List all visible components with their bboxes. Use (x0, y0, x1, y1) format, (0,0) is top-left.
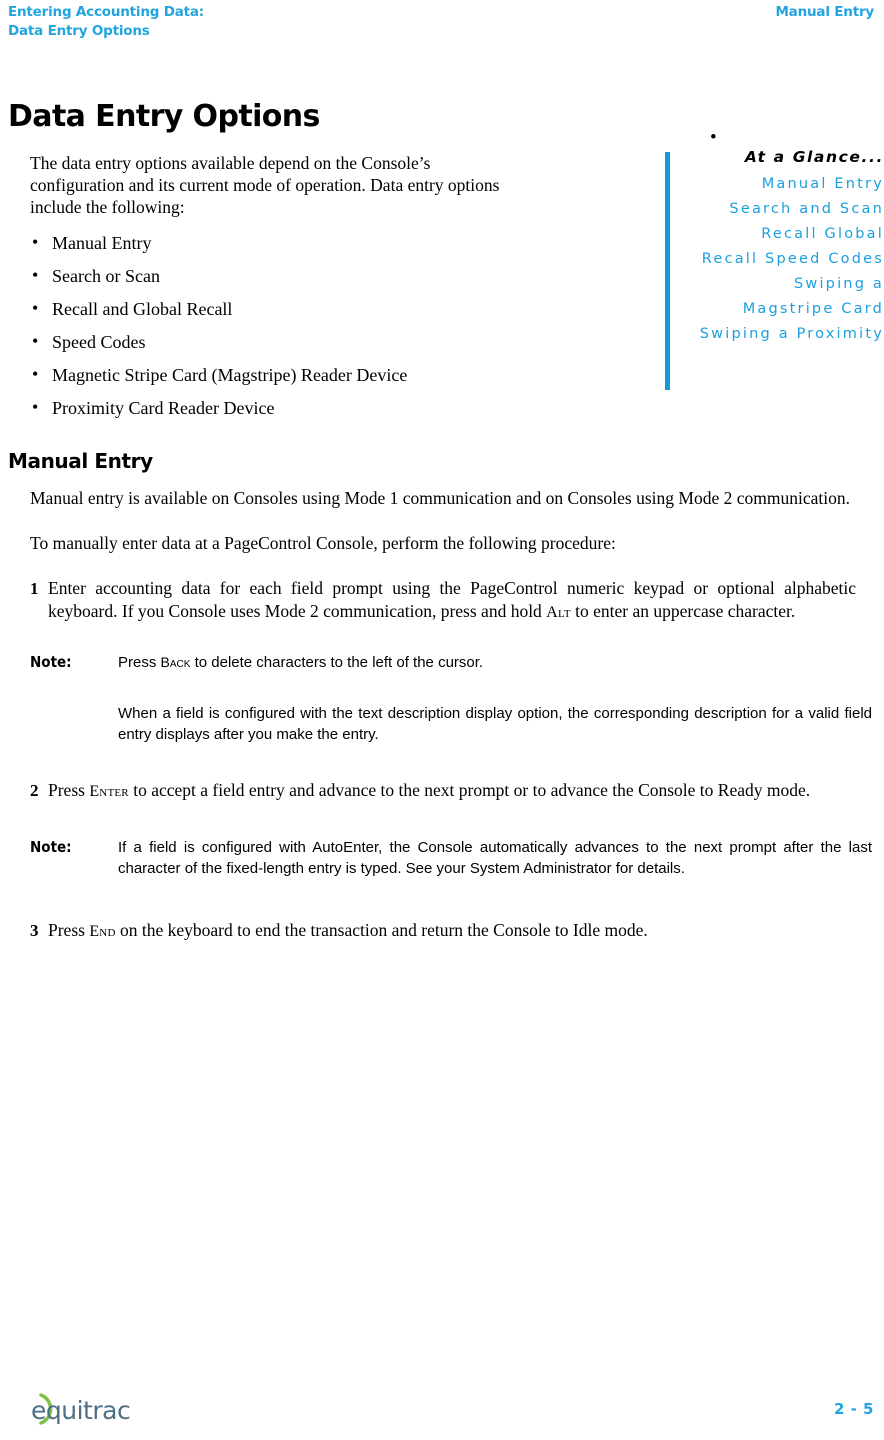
key-name-alt: Alt (546, 604, 571, 621)
step-text-after-key: on the keyboard to end the transaction a… (115, 920, 648, 940)
section-heading-manual-entry: Manual Entry (8, 449, 153, 473)
list-item: Magnetic Stripe Card (Magstripe) Reader … (30, 363, 600, 386)
note-block-2: Note: If a field is configured with Auto… (30, 837, 872, 879)
note-body-line-2: When a field is configured with the text… (118, 705, 872, 743)
procedure-step-2: 2 Press Enter to accept a field entry and… (30, 779, 856, 803)
list-item: Proximity Card Reader Device (30, 396, 600, 419)
header-right-topic: Manual Entry (775, 4, 874, 20)
step-text-before-key: Press (48, 780, 90, 800)
note-label: Note: (30, 653, 72, 671)
key-name-end: End (89, 923, 116, 940)
list-item: Manual Entry (30, 231, 600, 254)
header-left: Entering Accounting Data: Data Entry Opt… (8, 3, 428, 41)
note-text-after-key: to delete characters to the left of the … (190, 654, 484, 671)
page-title: Data Entry Options (8, 99, 320, 134)
intro-paragraph: The data entry options available depend … (30, 153, 500, 217)
note-text-before-key: Press (118, 654, 161, 671)
procedure-step-3: 3 Press End on the keyboard to end the tr… (30, 919, 856, 943)
note-spacer (30, 673, 872, 703)
header-chapter-title: Entering Accounting Data: (8, 4, 204, 20)
step-number: 1 (30, 579, 39, 598)
page-number: 2 - 5 (833, 1400, 874, 1418)
equitrac-logo: equitrac (10, 1388, 170, 1430)
list-item: Recall and Global Recall (30, 297, 600, 320)
logo-wordmark: equitrac (31, 1396, 130, 1425)
equitrac-logo-svg: equitrac (21, 1393, 131, 1425)
list-item: Search or Scan (30, 264, 600, 287)
step-text-after-key: to accept a field entry and advance to t… (128, 780, 811, 800)
manual-entry-paragraph-2: To manually enter data at a PageControl … (30, 533, 616, 553)
page-header: Entering Accounting Data: Data Entry Opt… (0, 0, 884, 44)
note-body: If a field is configured with AutoEnter,… (118, 839, 872, 877)
key-name-enter: Enter (89, 783, 129, 800)
note-label: Note: (30, 838, 72, 856)
key-name-back: Back (160, 654, 191, 670)
procedure-step-1: 1 Enter accounting data for each field pr… (30, 577, 856, 624)
note-block-1: Note: Press Back to delete characters to… (30, 652, 872, 745)
step-text-before-key: Press (48, 920, 90, 940)
manual-entry-paragraph-1: Manual entry is available on Consoles us… (30, 488, 850, 508)
page-footer: equitrac 2 - 5 (0, 1380, 884, 1440)
step-number: 2 (30, 781, 39, 800)
data-entry-options-list: Manual Entry Search or Scan Recall and G… (0, 231, 600, 419)
header-section-title: Data Entry Options (8, 23, 150, 39)
main-content: Data Entry Options The data entry option… (0, 100, 884, 965)
list-item: Speed Codes (30, 330, 600, 353)
step-number: 3 (30, 921, 39, 940)
note-body-line-1: Press Back to delete characters to the l… (118, 652, 872, 673)
step-text-after-key: to enter an uppercase character. (570, 601, 796, 621)
